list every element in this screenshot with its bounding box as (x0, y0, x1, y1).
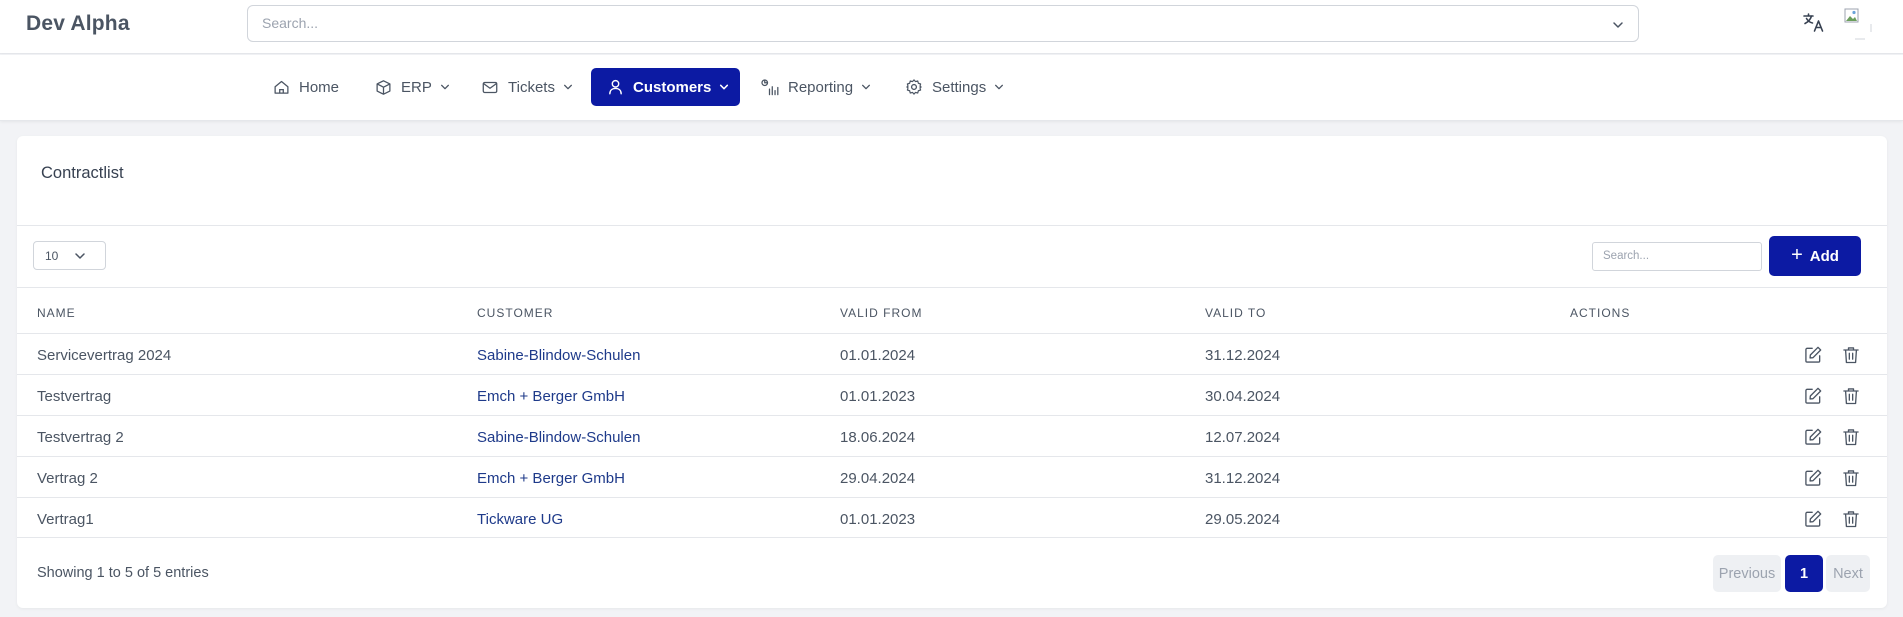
edit-icon[interactable] (1803, 345, 1823, 365)
top-bar: Dev Alpha (0, 0, 1903, 54)
chevron-down-icon (862, 84, 871, 90)
pagination-next[interactable]: Next (1826, 555, 1870, 592)
table-row: Vertrag1 Tickware UG 01.01.2023 29.05.20… (17, 497, 1887, 538)
nav-item-erp[interactable]: ERP (375, 68, 450, 106)
page-length-select[interactable]: 10 (33, 241, 106, 270)
gear-icon (906, 79, 922, 95)
table-row: Testvertrag 2 Sabine-Blindow-Schulen 18.… (17, 415, 1887, 456)
divider (17, 287, 1887, 288)
customer-link[interactable]: Sabine-Blindow-Schulen (477, 429, 640, 446)
table-info: Showing 1 to 5 of 5 entries (37, 565, 209, 581)
main-nav: Home ERP Tickets Customers Reporting Set… (0, 55, 1903, 121)
edit-icon[interactable] (1803, 386, 1823, 406)
cell-name: Servicevertrag 2024 (37, 347, 172, 364)
cell-valid-from: 01.01.2023 (840, 511, 916, 528)
edit-icon[interactable] (1803, 427, 1823, 447)
trash-icon[interactable] (1841, 345, 1861, 365)
add-button[interactable]: + Add (1769, 236, 1861, 276)
trash-icon[interactable] (1841, 386, 1861, 406)
table-row: Vertrag 2 Emch + Berger GmbH 29.04.2024 … (17, 456, 1887, 497)
chevron-down-icon (440, 84, 449, 90)
nav-item-customers[interactable]: Customers (591, 68, 740, 106)
chevron-down-icon[interactable] (1612, 18, 1624, 36)
cell-name: Testvertrag (37, 388, 112, 405)
pagination-page-1[interactable]: 1 (1785, 555, 1823, 592)
nav-label: Settings (932, 78, 987, 96)
add-button-label: Add (1809, 247, 1839, 265)
chart-icon (761, 78, 779, 95)
customer-link[interactable]: Emch + Berger GmbH (477, 388, 625, 405)
nav-item-tickets[interactable]: Tickets (481, 68, 573, 106)
nav-label: Reporting (788, 78, 854, 96)
divider (17, 225, 1887, 226)
table-search-input[interactable] (1603, 250, 1753, 262)
chevron-down-icon (720, 84, 729, 90)
global-search-input[interactable] (262, 15, 1582, 31)
nav-label: Home (299, 78, 340, 96)
cell-valid-to: 31.12.2024 (1205, 470, 1281, 487)
customer-link[interactable]: Tickware UG (477, 511, 563, 528)
home-icon (274, 80, 289, 94)
table-search[interactable] (1592, 242, 1762, 271)
nav-item-home[interactable]: Home (273, 68, 339, 106)
cell-valid-to: 31.12.2024 (1205, 347, 1281, 364)
plus-icon: + (1791, 244, 1803, 266)
chevron-down-icon (563, 84, 572, 90)
contract-list-card: Contractlist 10 + Add NAME CUSTOMER VALI… (17, 136, 1887, 608)
card-title: Contractlist (41, 164, 124, 182)
cell-name: Vertrag1 (37, 511, 94, 528)
avatar[interactable] (1843, 6, 1873, 40)
nav-label: ERP (401, 78, 432, 96)
page-length-value: 10 (45, 249, 59, 263)
cell-name: Testvertrag 2 (37, 429, 124, 446)
table-row: Servicevertrag 2024 Sabine-Blindow-Schul… (17, 333, 1887, 374)
customer-link[interactable]: Emch + Berger GmbH (477, 470, 625, 487)
column-header-actions: ACTIONS (1570, 306, 1631, 320)
trash-icon[interactable] (1841, 468, 1861, 488)
cell-valid-to: 12.07.2024 (1205, 429, 1281, 446)
cell-valid-from: 01.01.2024 (840, 347, 916, 364)
cube-icon (376, 79, 391, 95)
nav-label: Tickets (508, 78, 555, 96)
customer-link[interactable]: Sabine-Blindow-Schulen (477, 347, 640, 364)
column-header-valid-to[interactable]: VALID TO (1205, 306, 1266, 320)
column-header-name[interactable]: NAME (37, 306, 76, 320)
nav-item-reporting[interactable]: Reporting (760, 68, 871, 106)
user-icon (609, 79, 622, 95)
column-header-customer[interactable]: CUSTOMER (477, 306, 553, 320)
nav-item-settings[interactable]: Settings (905, 68, 1004, 106)
cell-valid-to: 29.05.2024 (1205, 511, 1281, 528)
app-title: Dev Alpha (26, 12, 130, 35)
edit-icon[interactable] (1803, 509, 1823, 529)
pagination-previous[interactable]: Previous (1713, 555, 1781, 592)
cell-valid-from: 18.06.2024 (840, 429, 916, 446)
nav-label: Customers (633, 78, 712, 96)
cell-valid-to: 30.04.2024 (1205, 388, 1281, 405)
cell-valid-from: 29.04.2024 (840, 470, 916, 487)
chevron-down-icon (995, 84, 1004, 90)
global-search[interactable] (247, 5, 1639, 42)
cell-name: Vertrag 2 (37, 470, 98, 487)
chevron-down-icon (75, 253, 85, 259)
edit-icon[interactable] (1803, 468, 1823, 488)
translate-icon[interactable] (1802, 10, 1826, 34)
trash-icon[interactable] (1841, 427, 1861, 447)
cell-valid-from: 01.01.2023 (840, 388, 916, 405)
column-header-valid-from[interactable]: VALID FROM (840, 306, 922, 320)
trash-icon[interactable] (1841, 509, 1861, 529)
mail-icon (482, 81, 498, 93)
table-row: Testvertrag Emch + Berger GmbH 01.01.202… (17, 374, 1887, 415)
